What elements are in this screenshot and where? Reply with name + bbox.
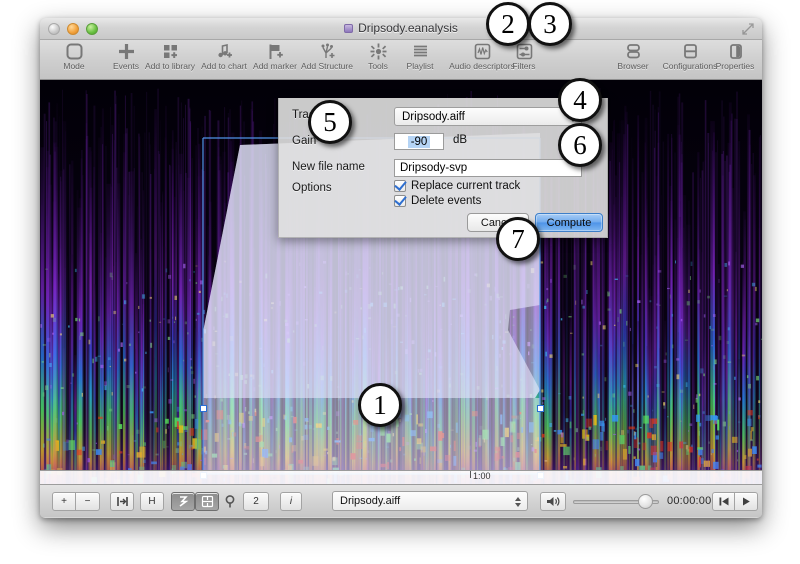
play-button[interactable] bbox=[735, 492, 758, 511]
add-button[interactable]: + bbox=[52, 492, 76, 511]
delete-events-label: Delete events bbox=[411, 195, 482, 207]
toolbar-item-properties[interactable]: Properties bbox=[708, 41, 762, 72]
filename-input-value: Dripsody-svp bbox=[400, 162, 468, 174]
callout-1: 1 bbox=[358, 383, 402, 427]
magnifier-icon bbox=[224, 494, 239, 514]
application-window: Dripsody.eanalysis Mode Events Add to li… bbox=[40, 18, 762, 518]
zoom-fit-button[interactable] bbox=[195, 492, 219, 511]
toolbar-label-browser: Browser bbox=[617, 61, 649, 71]
track-dropdown-value: Dripsody.aiff bbox=[402, 110, 465, 123]
half-filled-box-icon bbox=[708, 41, 762, 61]
document-proxy-icon[interactable] bbox=[344, 24, 354, 33]
structure-plus-icon bbox=[296, 41, 358, 61]
rewind-icon bbox=[719, 497, 728, 506]
gain-input-value: -90 bbox=[407, 135, 431, 148]
toolbar-label-properties: Properties bbox=[715, 61, 755, 71]
track-selector-value: Dripsody.aiff bbox=[340, 495, 401, 507]
callout-6: 6 bbox=[558, 123, 602, 167]
replace-track-checkbox[interactable] bbox=[394, 180, 406, 192]
grid-plus-icon bbox=[139, 41, 201, 61]
window-title: Dripsody.eanalysis bbox=[40, 21, 762, 35]
volume-slider-knob[interactable] bbox=[638, 494, 653, 509]
options-label: Options bbox=[292, 182, 332, 194]
timeline-ruler[interactable]: 1:00 bbox=[40, 470, 762, 484]
option-replace-row[interactable]: Replace current track bbox=[394, 180, 520, 192]
track-selector[interactable]: Dripsody.aiff bbox=[332, 491, 528, 511]
window-title-text: Dripsody.eanalysis bbox=[358, 21, 458, 35]
toolbar-item-add-structure[interactable]: Add Structure bbox=[296, 41, 358, 72]
toolbar-label-playlist: Playlist bbox=[406, 61, 434, 71]
toolbar-item-playlist[interactable]: Playlist bbox=[395, 41, 445, 72]
toolbar-item-tools[interactable]: Tools bbox=[358, 41, 398, 72]
toolbar-label-filters: Filters bbox=[512, 61, 536, 71]
callout-4: 4 bbox=[558, 78, 602, 122]
rewind-button[interactable] bbox=[712, 492, 735, 511]
callout-5: 5 bbox=[308, 100, 352, 144]
replace-track-label: Replace current track bbox=[411, 180, 521, 192]
timeline-marker-label: 1:00 bbox=[473, 471, 491, 481]
compute-button[interactable]: Compute bbox=[535, 213, 603, 232]
timecode-display: 00:00:00 bbox=[667, 495, 712, 507]
info-button[interactable]: i bbox=[280, 492, 302, 511]
page-number-button[interactable]: 2 bbox=[243, 492, 269, 511]
gain-unit-label: dB bbox=[453, 134, 468, 146]
callout-7: 7 bbox=[496, 217, 540, 261]
gain-input[interactable]: -90 bbox=[394, 133, 444, 150]
gear-icon bbox=[358, 41, 398, 61]
selection-handle-top-left[interactable] bbox=[200, 405, 207, 412]
filename-input[interactable]: Dripsody-svp bbox=[394, 159, 582, 177]
two-rows-icon bbox=[608, 41, 658, 61]
fit-vertical-button[interactable] bbox=[110, 492, 134, 511]
delete-events-checkbox[interactable] bbox=[394, 195, 406, 207]
zoom-fit-icon bbox=[201, 495, 213, 508]
track-dropdown[interactable]: Dripsody.aiff bbox=[394, 107, 582, 126]
fullscreen-icon[interactable] bbox=[741, 22, 755, 36]
chevron-updown-icon bbox=[514, 494, 522, 513]
toolbar-item-add-to-library[interactable]: Add to library bbox=[139, 41, 201, 72]
callout-3: 3 bbox=[528, 2, 572, 46]
volume-button[interactable] bbox=[540, 492, 566, 511]
zoom-vertical-icon bbox=[179, 496, 188, 507]
fit-horizontal-button[interactable]: H bbox=[140, 492, 164, 511]
toolbar-label-tools: Tools bbox=[368, 61, 388, 71]
option-delete-row[interactable]: Delete events bbox=[394, 195, 481, 207]
bottom-toolbar: + − H 2 i Dripsody.aiff 00:00:00 bbox=[40, 484, 762, 517]
screenshot-root: Dripsody.eanalysis Mode Events Add to li… bbox=[0, 0, 800, 564]
toolbar-label-add-to-library: Add to library bbox=[144, 61, 196, 71]
toolbar-item-browser[interactable]: Browser bbox=[608, 41, 658, 72]
filename-field-label: New file name bbox=[292, 161, 365, 173]
timeline-tick bbox=[470, 471, 471, 478]
zoom-vertical-button[interactable] bbox=[171, 492, 195, 511]
selection-handle-top-right[interactable] bbox=[537, 405, 544, 412]
window-titlebar: Dripsody.eanalysis bbox=[40, 18, 762, 40]
main-toolbar: Mode Events Add to library Add to chart … bbox=[40, 40, 762, 80]
gain-field-label: Gain bbox=[292, 135, 317, 147]
speaker-icon bbox=[546, 497, 559, 506]
play-icon bbox=[743, 497, 750, 506]
remove-button[interactable]: − bbox=[76, 492, 100, 511]
fit-vertical-icon bbox=[116, 497, 128, 506]
list-icon bbox=[395, 41, 445, 61]
toolbar-label-add-structure: Add Structure bbox=[301, 61, 353, 71]
callout-2: 2 bbox=[486, 2, 530, 46]
